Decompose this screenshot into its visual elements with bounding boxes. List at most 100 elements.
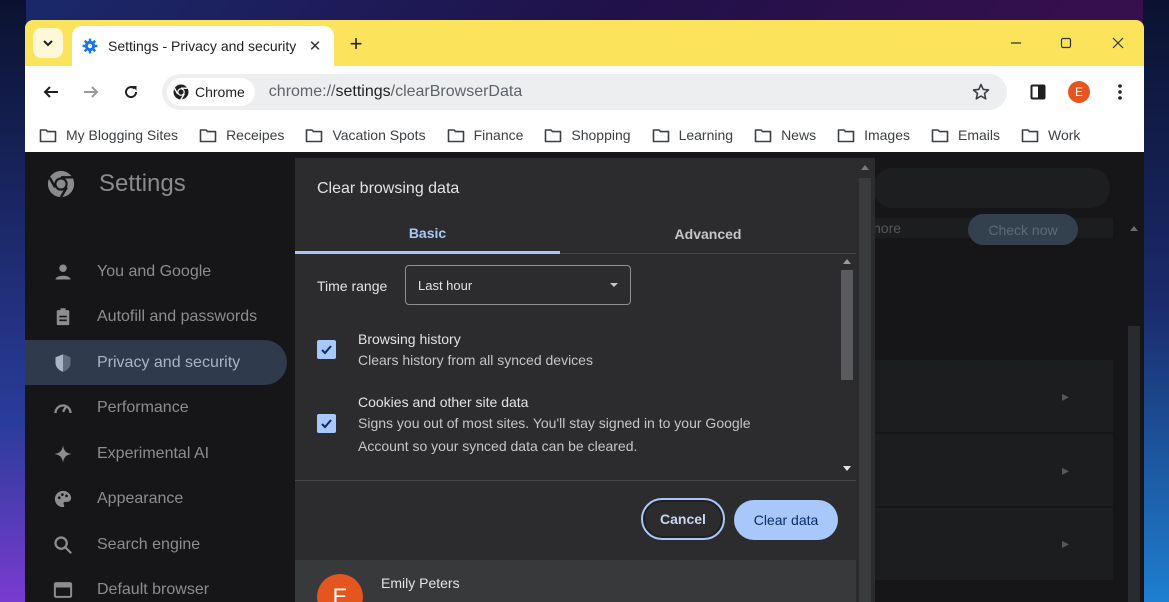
bookmark-folder[interactable]: Images — [837, 127, 910, 143]
bookmarks-bar: My Blogging Sites Receipes Vacation Spots F… — [25, 118, 1144, 152]
bookmark-folder[interactable]: Work — [1021, 127, 1080, 143]
clear-data-button[interactable]: Clear data — [734, 500, 838, 540]
bookmark-folder[interactable]: My Blogging Sites — [39, 127, 178, 143]
arrow-left-icon — [43, 86, 58, 98]
bookmark-folder[interactable]: Learning — [652, 127, 733, 143]
palette-icon — [54, 490, 72, 508]
sidebar-item-autofill-and-passwords[interactable]: Autofill and passwords — [25, 295, 287, 340]
url-host: settings — [335, 83, 391, 100]
folder-icon — [652, 128, 669, 142]
side-panel-icon — [1030, 84, 1046, 100]
check-now-button[interactable]: Check now — [968, 214, 1078, 245]
close-window-button[interactable] — [1098, 28, 1138, 58]
search-icon — [54, 535, 72, 554]
scrollbar-thumb[interactable] — [1128, 326, 1140, 602]
page-scrollbar[interactable] — [1124, 216, 1144, 602]
cancel-button[interactable]: Cancel — [641, 498, 725, 540]
chrome-logo-icon — [173, 84, 189, 100]
shield-icon — [55, 353, 71, 372]
folder-icon — [545, 128, 562, 142]
bookmark-label: Emails — [958, 127, 1001, 143]
person-icon — [55, 264, 71, 279]
maximize-button[interactable] — [1046, 28, 1086, 58]
bookmark-folder[interactable]: Receipes — [199, 127, 284, 143]
browsing-history-checkbox[interactable] — [317, 340, 336, 359]
scroll-up-arrow[interactable] — [861, 165, 869, 170]
browser-icon — [53, 582, 73, 598]
account-footer: E Emily Peters — [295, 560, 856, 602]
sidebar-item-experimental-ai[interactable]: Experimental AI — [25, 431, 287, 476]
sidebar-item-privacy-and-security[interactable]: Privacy and security — [25, 340, 287, 385]
chrome-logo-icon — [47, 170, 75, 198]
scrollbar-thumb[interactable] — [859, 178, 871, 602]
toolbar: Chrome chrome://settings/clearBrowserDat… — [25, 66, 1144, 118]
tab-advanced[interactable]: Advanced — [570, 214, 846, 254]
scroll-up-arrow[interactable] — [1130, 226, 1138, 231]
settings-row[interactable] — [873, 360, 1113, 432]
sidebar-item-default-browser[interactable]: Default browser — [25, 568, 287, 602]
time-range-select[interactable]: Last hour — [405, 265, 631, 305]
tab-title: Settings - Privacy and security — [108, 38, 297, 54]
bookmark-folder[interactable]: Vacation Spots — [305, 127, 426, 143]
folder-icon — [447, 128, 464, 142]
minimize-button[interactable] — [996, 28, 1036, 58]
scrollbar-thumb[interactable] — [841, 270, 853, 380]
site-info-chip[interactable]: Chrome — [167, 78, 255, 106]
bookmark-label: Finance — [473, 127, 524, 143]
desktop-background-right — [1143, 0, 1169, 602]
sidebar-item-label: Performance — [97, 399, 189, 416]
chip-label: Chrome — [195, 84, 245, 100]
bookmark-label: News — [781, 127, 817, 143]
side-panel-button[interactable] — [1024, 78, 1052, 106]
gear-icon — [82, 38, 98, 54]
url-scheme: chrome:// — [268, 83, 336, 100]
address-bar[interactable]: Chrome chrome://settings/clearBrowserDat… — [162, 74, 1007, 110]
bookmark-folder[interactable]: News — [754, 127, 816, 143]
tab-settings[interactable]: Settings - Privacy and security ✕ — [72, 26, 334, 66]
forward-button[interactable] — [77, 78, 105, 106]
checkmark-icon — [321, 345, 332, 355]
dialog-outer-scrollbar[interactable] — [856, 158, 875, 602]
cookies-title: Cookies and other site data — [358, 394, 529, 410]
close-icon[interactable]: ✕ — [306, 37, 324, 55]
tab-basic[interactable]: Basic — [295, 214, 560, 254]
dialog-title: Clear browsing data — [317, 180, 460, 197]
profile-button[interactable]: E — [1065, 78, 1093, 106]
page-title: Settings — [99, 170, 186, 197]
learn-more-text: nore — [873, 220, 902, 236]
url-path: /clearBrowserData — [390, 83, 523, 100]
avatar: E — [1068, 81, 1090, 103]
sidebar-item-appearance[interactable]: Appearance — [25, 477, 287, 522]
new-tab-button[interactable]: + — [343, 31, 369, 57]
time-range-label: Time range — [317, 278, 388, 294]
url-text[interactable]: chrome://settings/clearBrowserData — [269, 83, 969, 101]
back-button[interactable] — [37, 78, 65, 106]
menu-button[interactable] — [1106, 78, 1134, 106]
bookmark-folder[interactable]: Shopping — [544, 127, 631, 143]
sidebar-item-label: Experimental AI — [97, 444, 210, 462]
sidebar-item-you-and-google[interactable]: You and Google — [25, 249, 287, 294]
bookmark-folder[interactable]: Finance — [447, 127, 524, 143]
folder-icon — [837, 128, 855, 142]
settings-row[interactable] — [873, 508, 1113, 580]
scroll-down-arrow[interactable] — [843, 466, 851, 471]
settings-row[interactable] — [873, 434, 1113, 506]
sidebar-item-search-engine[interactable]: Search engine — [25, 522, 287, 567]
tab-search-button[interactable] — [33, 28, 63, 58]
settings-header: Settings — [47, 170, 186, 198]
bookmark-label: Receipes — [226, 127, 285, 143]
avatar: E — [317, 574, 363, 602]
divider — [295, 480, 856, 481]
chevron-right-icon: ▸ — [1062, 462, 1070, 478]
bookmark-star-button[interactable] — [969, 80, 993, 104]
sidebar-item-performance[interactable]: Performance — [25, 386, 287, 431]
dialog-scrollbar[interactable] — [838, 254, 856, 480]
settings-search-input[interactable] — [873, 168, 1110, 208]
scroll-up-arrow[interactable] — [843, 259, 851, 264]
sidebar-item-label: You and Google — [97, 262, 212, 280]
bookmark-folder[interactable]: Emails — [931, 127, 1000, 143]
reload-button[interactable] — [117, 78, 145, 106]
sidebar-item-label: Privacy and security — [97, 353, 241, 371]
folder-icon — [931, 128, 949, 142]
cookies-checkbox[interactable] — [317, 414, 336, 433]
